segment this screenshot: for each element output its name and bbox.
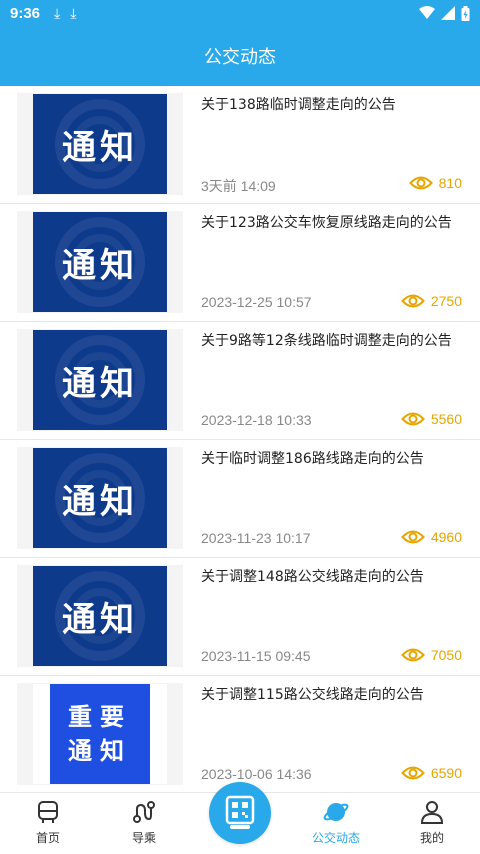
view-count-value: 810 (438, 175, 462, 191)
notice-list: 通知 关于138路临时调整走向的公告 3天前 14:09 810 通知 关于12… (0, 86, 480, 792)
thumbnail-text: 重要 (68, 702, 132, 731)
eye-icon (400, 530, 425, 544)
notice-thumbnail: 通知 (33, 212, 167, 312)
download-icon: ⤓ (54, 4, 61, 21)
view-count: 810 (408, 175, 462, 191)
notice-date: 3天前 14:09 (201, 178, 276, 194)
thumbnail-text: 通知 (68, 736, 132, 765)
page-title: 公交动态 (204, 47, 276, 68)
thumbnail-text: 通知 (62, 245, 138, 286)
status-time: 9:36 (10, 4, 41, 22)
tab-label: 首页 (35, 831, 60, 845)
tab-home[interactable]: 首页 (0, 799, 96, 846)
notice-thumbnail: 重要 通知 (33, 684, 167, 784)
view-count-value: 2750 (430, 293, 462, 309)
notice-date: 2023-10-06 14:36 (201, 766, 312, 782)
list-item[interactable]: 通知 关于138路临时调整走向的公告 3天前 14:09 810 (0, 86, 480, 204)
eye-icon (408, 176, 433, 190)
tab-label: 我的 (419, 831, 444, 845)
thumbnail-text: 通知 (62, 127, 138, 168)
battery-icon (461, 5, 470, 21)
notice-thumbnail: 通知 (33, 566, 167, 666)
list-item[interactable]: 通知 关于9路等12条线路临时调整走向的公告 2023-12-18 10:33 … (0, 322, 480, 440)
eye-icon (400, 648, 425, 662)
view-count: 7050 (400, 647, 462, 663)
user-icon (420, 801, 444, 824)
view-count: 2750 (400, 293, 462, 309)
qr-scan-button[interactable] (209, 782, 271, 844)
qr-code-icon (225, 795, 255, 829)
view-count: 4960 (400, 529, 462, 545)
thumbnail-text: 通知 (62, 599, 138, 640)
notice-title: 关于调整115路公交线路走向的公告 (201, 687, 424, 703)
thumbnail-text: 通知 (62, 363, 138, 404)
important-notice-badge: 重要 通知 (50, 684, 150, 784)
notice-date: 2023-12-25 10:57 (201, 294, 312, 310)
tab-mine[interactable]: 我的 (384, 799, 480, 846)
notice-date: 2023-11-15 09:45 (201, 648, 311, 664)
view-count: 6590 (400, 765, 462, 781)
eye-icon (400, 766, 425, 780)
thumbnail-text: 通知 (62, 481, 138, 522)
list-item[interactable]: 重要 通知 关于调整115路公交线路走向的公告 2023-10-06 14:36… (0, 676, 480, 792)
app-header: 公交动态 (0, 26, 480, 86)
view-count-value: 7050 (430, 647, 462, 663)
notice-title: 关于138路临时调整走向的公告 (201, 97, 396, 113)
view-count-value: 4960 (430, 529, 462, 545)
signal-icon (441, 6, 455, 20)
notice-title: 关于9路等12条线路临时调整走向的公告 (201, 333, 452, 349)
notice-date: 2023-11-23 10:17 (201, 530, 311, 546)
notice-thumbnail: 通知 (33, 94, 167, 194)
view-count-value: 6590 (430, 765, 462, 781)
list-item[interactable]: 通知 关于临时调整186路线路走向的公告 2023-11-23 10:17 49… (0, 440, 480, 558)
bus-icon (38, 801, 58, 823)
eye-icon (400, 294, 425, 308)
status-bar: 9:36 ⤓ ⤓ (0, 0, 480, 26)
tab-news[interactable]: 公交动态 (288, 799, 384, 846)
notice-title: 关于临时调整186路线路走向的公告 (201, 451, 424, 467)
notice-date: 2023-12-18 10:33 (201, 412, 312, 428)
tab-label: 导乘 (131, 831, 156, 845)
tab-label: 公交动态 (311, 831, 360, 845)
planet-icon (323, 803, 349, 821)
view-count-value: 5560 (430, 411, 462, 427)
download-icon: ⤓ (70, 4, 77, 21)
notice-title: 关于123路公交车恢复原线路走向的公告 (201, 215, 452, 231)
notice-thumbnail: 通知 (33, 448, 167, 548)
list-item[interactable]: 通知 关于调整148路公交线路走向的公告 2023-11-15 09:45 70… (0, 558, 480, 676)
tab-guide[interactable]: 导乘 (96, 799, 192, 846)
notice-thumbnail: 通知 (33, 330, 167, 430)
list-item[interactable]: 通知 关于123路公交车恢复原线路走向的公告 2023-12-25 10:57 … (0, 204, 480, 322)
notice-title: 关于调整148路公交线路走向的公告 (201, 569, 424, 585)
view-count: 5560 (400, 411, 462, 427)
eye-icon (400, 412, 425, 426)
route-icon (133, 801, 155, 823)
wifi-icon (419, 6, 435, 19)
